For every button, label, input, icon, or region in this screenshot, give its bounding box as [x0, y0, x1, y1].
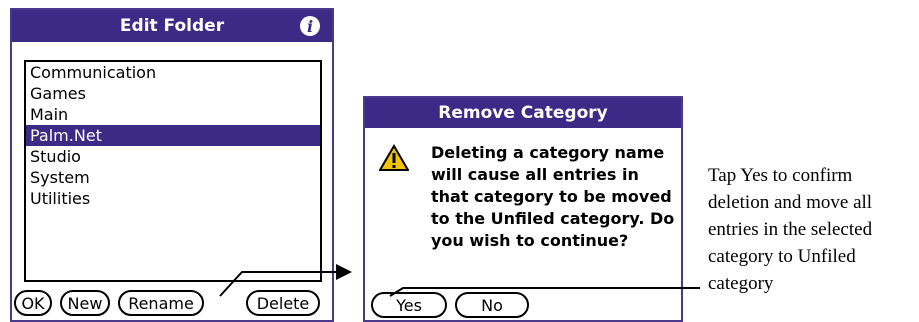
rename-button[interactable]: Rename — [118, 290, 204, 316]
list-item-selected[interactable]: Palm.Net — [26, 125, 320, 146]
delete-button[interactable]: Delete — [246, 290, 320, 316]
remove-category-dialog: Remove Category Deleting a category name… — [363, 96, 683, 322]
remove-category-title-bar: Remove Category — [365, 98, 681, 128]
remove-category-title: Remove Category — [438, 103, 608, 123]
yes-button[interactable]: Yes — [371, 292, 447, 318]
ok-button[interactable]: OK — [14, 290, 52, 316]
list-item[interactable]: Main — [26, 104, 320, 125]
list-item[interactable]: Communication — [26, 62, 320, 83]
edit-folder-dialog: Edit Folder i Communication Games Main P… — [10, 8, 334, 322]
edit-folder-title-bar: Edit Folder i — [12, 10, 332, 42]
warning-icon — [379, 144, 409, 171]
edit-folder-title: Edit Folder — [119, 16, 225, 36]
list-item[interactable]: Games — [26, 83, 320, 104]
remove-category-message: Deleting a category name will cause all … — [431, 143, 675, 250]
new-button[interactable]: New — [60, 290, 110, 316]
category-list[interactable]: Communication Games Main Palm.Net Studio… — [24, 60, 322, 282]
list-item[interactable]: Utilities — [26, 188, 320, 209]
list-item[interactable]: System — [26, 167, 320, 188]
arrow-head — [336, 264, 352, 280]
caption-text: Tap Yes to confirm deletion and move all… — [708, 165, 873, 294]
list-item[interactable]: Studio — [26, 146, 320, 167]
info-icon[interactable]: i — [300, 16, 320, 36]
no-button[interactable]: No — [455, 292, 529, 318]
